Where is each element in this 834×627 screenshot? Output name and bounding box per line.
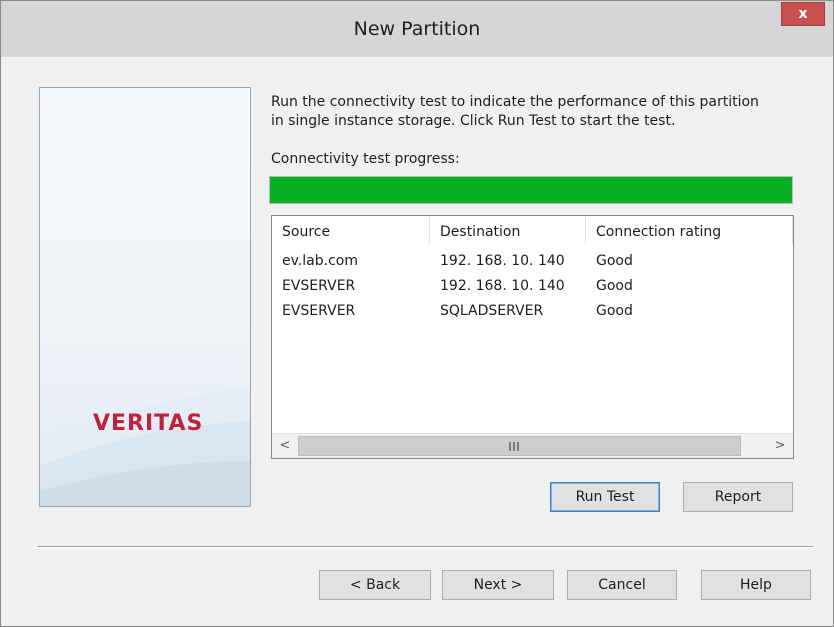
back-button[interactable]: < Back (319, 570, 431, 600)
run-test-button[interactable]: Run Test (550, 482, 660, 512)
source-cell: ev.lab.com (282, 252, 358, 269)
cancel-button[interactable]: Cancel (567, 570, 677, 600)
title-bar: New Partition x (1, 1, 833, 57)
help-button[interactable]: Help (701, 570, 811, 600)
column-header-connection-rating[interactable]: Connection rating (586, 216, 793, 244)
destination-cell: 192. 168. 10. 140 (440, 252, 565, 269)
connectivity-progress-bar (269, 176, 793, 204)
column-header-destination[interactable]: Destination (430, 216, 586, 244)
scroll-right-icon[interactable]: > (769, 436, 791, 456)
grip-icon (509, 442, 519, 451)
table-row[interactable]: EVSERVER 192. 168. 10. 140 Good (272, 273, 793, 298)
rating-cell: Good (596, 252, 633, 269)
intro-text: Run the connectivity test to indicate th… (271, 93, 811, 131)
rating-cell: Good (596, 302, 633, 319)
decorative-wave-graphic (40, 386, 250, 506)
horizontal-scrollbar[interactable]: < > (272, 433, 793, 458)
destination-cell: SQLADSERVER (440, 302, 544, 319)
report-button[interactable]: Report (683, 482, 793, 512)
list-header: Source Destination Connection rating (272, 216, 793, 244)
source-cell: EVSERVER (282, 277, 356, 294)
separator (37, 546, 813, 548)
intro-line-1: Run the connectivity test to indicate th… (271, 94, 759, 110)
progress-label: Connectivity test progress: (271, 151, 460, 167)
rating-cell: Good (596, 277, 633, 294)
column-header-source[interactable]: Source (272, 216, 430, 244)
new-partition-dialog: New Partition x VERITAS Run the connecti… (0, 0, 834, 627)
next-button[interactable]: Next > (442, 570, 554, 600)
dialog-title: New Partition (353, 18, 481, 40)
progress-fill (270, 177, 792, 203)
table-row[interactable]: EVSERVER SQLADSERVER Good (272, 298, 793, 323)
veritas-logo: VERITAS (93, 411, 204, 436)
intro-line-2: in single instance storage. Click Run Te… (271, 113, 676, 129)
wizard-side-panel: VERITAS (39, 87, 251, 507)
close-button[interactable]: x (781, 2, 825, 26)
scroll-thumb[interactable] (298, 436, 741, 456)
table-row[interactable]: ev.lab.com 192. 168. 10. 140 Good (272, 248, 793, 273)
list-rows: ev.lab.com 192. 168. 10. 140 Good EVSERV… (272, 248, 793, 323)
source-cell: EVSERVER (282, 302, 356, 319)
destination-cell: 192. 168. 10. 140 (440, 277, 565, 294)
results-list[interactable]: Source Destination Connection rating ev.… (271, 215, 794, 459)
scroll-left-icon[interactable]: < (274, 436, 296, 456)
